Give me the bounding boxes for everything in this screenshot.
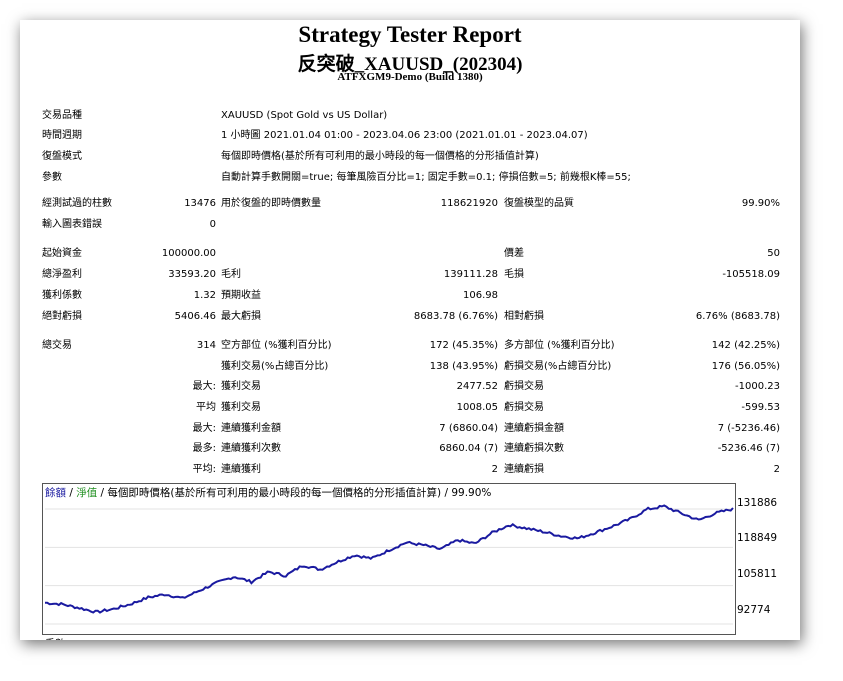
- gross-loss-label: 毛損: [504, 269, 524, 280]
- server-build: ATFXGM9-Demo (Build 1380): [337, 71, 483, 83]
- quality-value: 99.90%: [741, 198, 780, 209]
- params-value: 自動計算手數開關=true; 每筆風險百分比=1; 固定手數=0.1; 停損倍數…: [221, 172, 631, 183]
- chart-caption: 餘額 / 淨值 / 每個即時價格(基於所有可利用的最小時段的每一個價格的分形插值…: [45, 485, 491, 500]
- volume-chart: [42, 634, 734, 640]
- max-loss-value: -1000.23: [735, 381, 780, 392]
- gross-profit-label: 毛利: [221, 269, 241, 280]
- avg-loss-value: -599.53: [741, 402, 780, 413]
- avg-prefix: 平均: [196, 402, 216, 413]
- net-profit-label: 總淨盈利: [42, 269, 82, 280]
- avg-cons-loss-value: 2: [773, 464, 780, 475]
- net-profit-value: 33593.20: [168, 269, 216, 280]
- symbol-label: 交易品種: [42, 110, 82, 121]
- symbol-value: XAUUSD (Spot Gold vs US Dollar): [221, 110, 388, 121]
- caption-rest: / 每個即時價格(基於所有可利用的最小時段的每一個價格的分形插值計算) / 99…: [97, 487, 492, 499]
- cons-loss-amount-label: 連續虧損金額: [504, 423, 564, 434]
- max-loss-label: 虧損交易: [504, 381, 544, 392]
- max-prefix: 最大:: [192, 381, 216, 392]
- bars-label: 經測試過的柱數: [42, 198, 112, 209]
- most-prefix: 最多:: [192, 443, 216, 454]
- model-label: 復盤模式: [42, 151, 82, 162]
- caption-balance: 餘額: [45, 487, 66, 499]
- model-value: 每個即時價格(基於所有可利用的最小時段的每一個價格的分形插值計算): [221, 151, 539, 162]
- ticks-label: 用於復盤的即時價數量: [221, 198, 321, 209]
- cons-loss-amount-value: 7 (-5236.46): [717, 423, 780, 434]
- report-window: Strategy Tester Report 反突破_XAUUSD_(20230…: [20, 20, 800, 640]
- max-drawdown-label: 最大虧損: [221, 311, 261, 322]
- ticks-value: 118621920: [440, 198, 498, 209]
- volume-label: 手數: [45, 635, 65, 640]
- cons-win-amount-label: 連續獲利金額: [221, 423, 281, 434]
- spread-value: 50: [767, 248, 780, 259]
- short-positions-label: 空方部位 (%獲利百分比): [221, 340, 332, 351]
- win-trades-value: 138 (43.95%): [429, 361, 498, 372]
- max-win-value: 2477.52: [456, 381, 498, 392]
- cons-win-amount-value: 7 (6860.04): [439, 423, 498, 434]
- report-title: Strategy Tester Report: [298, 22, 522, 47]
- params-label: 參數: [42, 172, 62, 183]
- expected-payoff-label: 預期收益: [221, 290, 261, 301]
- total-trades-label: 總交易: [42, 340, 72, 351]
- profit-factor-label: 獲利係數: [42, 290, 82, 301]
- errors-label: 輸入圖表錯誤: [42, 219, 102, 230]
- spread-label: 價差: [504, 248, 524, 259]
- short-positions-value: 172 (45.35%): [429, 340, 498, 351]
- balance-chart-svg: [45, 504, 734, 625]
- cons-win-count-value: 6860.04 (7): [439, 443, 498, 454]
- period-value: 1 小時圖 2021.01.04 01:00 - 2023.04.06 23:0…: [221, 130, 588, 141]
- abs-drawdown-label: 絕對虧損: [42, 311, 82, 322]
- period-label: 時間週期: [42, 130, 82, 141]
- y-tick-label: 118849: [737, 532, 778, 544]
- abs-drawdown-value: 5406.46: [174, 311, 216, 322]
- long-positions-label: 多方部位 (%獲利百分比): [504, 340, 615, 351]
- caption-equity: 淨值: [76, 487, 98, 499]
- deposit-value: 100000.00: [161, 248, 216, 259]
- rel-drawdown-label: 相對虧損: [504, 311, 544, 322]
- bars-value: 13476: [184, 198, 216, 209]
- gross-loss-value: -105518.09: [722, 269, 780, 280]
- loss-trades-value: 176 (56.05%): [711, 361, 780, 372]
- max-drawdown-value: 8683.78 (6.76%): [413, 311, 498, 322]
- profit-factor-value: 1.32: [193, 290, 216, 301]
- avg-cons-loss-label: 連續虧損: [504, 464, 544, 475]
- balance-series-line: [45, 504, 734, 614]
- expected-payoff-value: 106.98: [463, 290, 498, 301]
- avg-cons-win-value: 2: [491, 464, 498, 475]
- errors-value: 0: [209, 219, 216, 230]
- caption-separator: /: [66, 487, 77, 499]
- avg-cons-win-label: 連續獲利: [221, 464, 261, 475]
- cons-win-count-label: 連續獲利次數: [221, 443, 281, 454]
- quality-label: 復盤模型的品質: [504, 198, 574, 209]
- rel-drawdown-value: 6.76% (8683.78): [695, 311, 780, 322]
- avg-win-label: 獲利交易: [221, 402, 261, 413]
- max2-prefix: 最大:: [192, 423, 216, 434]
- avg-win-value: 1008.05: [456, 402, 498, 413]
- total-trades-value: 314: [196, 340, 216, 351]
- balance-chart: [42, 483, 736, 635]
- cons-loss-count-value: -5236.46 (7): [717, 443, 780, 454]
- win-trades-label: 獲利交易(%占總百分比): [221, 361, 329, 372]
- deposit-label: 起始資金: [42, 248, 82, 259]
- max-win-label: 獲利交易: [221, 381, 261, 392]
- loss-trades-label: 虧損交易(%占總百分比): [504, 361, 612, 372]
- avg2-prefix: 平均:: [192, 464, 216, 475]
- y-tick-label: 92774: [737, 604, 771, 616]
- cons-loss-count-label: 連續虧損次數: [504, 443, 564, 454]
- y-tick-label: 105811: [737, 568, 778, 580]
- avg-loss-label: 虧損交易: [504, 402, 544, 413]
- long-positions-value: 142 (42.25%): [711, 340, 780, 351]
- y-tick-label: 131886: [737, 497, 778, 509]
- gross-profit-value: 139111.28: [443, 269, 498, 280]
